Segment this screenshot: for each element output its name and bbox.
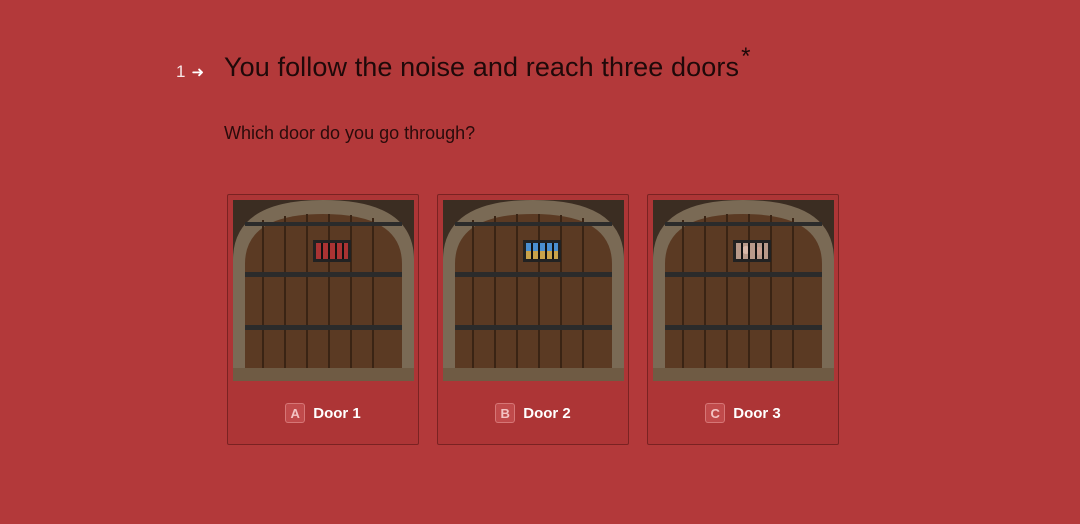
choice-label-text: Door 2 [523,404,571,422]
choice-key-badge: B [495,403,516,423]
choice-key-badge: A [285,403,306,423]
question-title: You follow the noise and reach three doo… [224,43,751,83]
choice-door-1[interactable]: A Door 1 [227,194,419,445]
choice-door-3[interactable]: C Door 3 [647,194,839,445]
choice-key-badge: C [705,403,726,423]
question-number-text: 1 [176,62,186,81]
question-description: Which door do you go through? [224,123,476,143]
arrow-right-icon: ➜ [191,64,205,81]
choice-label: A Door 1 [228,403,418,423]
door-image [233,200,414,381]
door-image [443,200,624,381]
question-number: 1 ➜ [176,62,204,82]
choice-label-text: Door 1 [313,404,361,422]
door-image [653,200,834,381]
choice-label: C Door 3 [648,403,838,423]
choice-label: B Door 2 [438,403,628,423]
choice-list: A Door 1 B Door 2 C Door 3 [227,194,839,445]
required-asterisk: * [741,43,751,70]
choice-label-text: Door 3 [733,404,781,422]
question-title-text: You follow the noise and reach three doo… [224,52,740,82]
choice-door-2[interactable]: B Door 2 [437,194,629,445]
form-page: 1 ➜ You follow the noise and reach three… [0,0,1080,524]
